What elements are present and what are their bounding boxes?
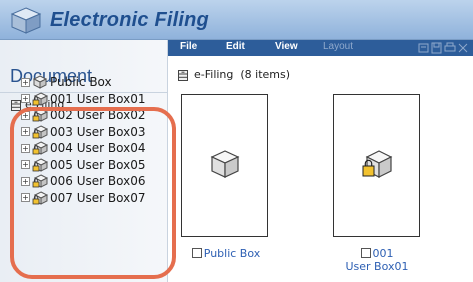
locked-box-icon bbox=[32, 174, 48, 189]
locked-box-icon bbox=[32, 125, 48, 139]
tile-label-line1: 001 bbox=[372, 247, 394, 260]
tile-label-line2: User Box01 bbox=[345, 260, 409, 273]
tree-item-label: 001 User Box01 bbox=[50, 91, 146, 106]
title-bar: Electronic Filing bbox=[0, 0, 473, 40]
tree-item-box05[interactable]: + 005 User Box05 bbox=[21, 157, 171, 174]
menu-bar: File Edit View Layout bbox=[168, 40, 473, 56]
select-checkbox[interactable] bbox=[360, 248, 371, 258]
expand-toggle[interactable]: + bbox=[21, 127, 30, 137]
menu-file[interactable]: File bbox=[180, 41, 197, 52]
tree-item-box03[interactable]: + 003 User Box03 bbox=[21, 124, 171, 141]
box-icon bbox=[32, 75, 48, 90]
cube-logo-icon bbox=[10, 7, 42, 34]
locked-box-icon bbox=[32, 141, 48, 156]
menu-view[interactable]: View bbox=[275, 41, 298, 52]
tile-caption-user-box01[interactable]: 001 User Box01 bbox=[336, 247, 418, 273]
expand-toggle[interactable]: + bbox=[21, 94, 30, 104]
box-icon bbox=[210, 150, 240, 178]
tree-item-label: 002 User Box02 bbox=[50, 108, 146, 123]
tree-item-label: 005 User Box05 bbox=[50, 157, 146, 172]
tile-public-box[interactable] bbox=[181, 94, 268, 237]
tree-item-box01[interactable]: + 001 User Box01 bbox=[21, 91, 171, 108]
toolbar-icons bbox=[418, 42, 468, 54]
toolbar-icon-1 bbox=[418, 43, 429, 53]
tree-item-label: 003 User Box03 bbox=[50, 124, 146, 139]
menu-layout[interactable]: Layout bbox=[323, 41, 353, 52]
tree-item-public-box[interactable]: + Public Box bbox=[21, 74, 171, 91]
locked-box-icon bbox=[32, 191, 48, 205]
toolbar-icon-2 bbox=[431, 42, 442, 54]
box-tree: + Public Box + 001 User Box01 + 002 User… bbox=[21, 74, 171, 206]
app-title: Electronic Filing bbox=[50, 9, 209, 31]
expand-toggle[interactable]: + bbox=[21, 110, 30, 120]
locked-box-icon bbox=[32, 158, 48, 172]
cabinet-icon bbox=[178, 69, 188, 81]
locked-box-icon bbox=[32, 108, 48, 123]
toolbar-icon-4 bbox=[458, 43, 468, 53]
tile-caption-public-box[interactable]: Public Box bbox=[186, 247, 266, 260]
locked-box-icon bbox=[32, 92, 48, 106]
expand-toggle[interactable]: + bbox=[21, 77, 30, 87]
pane-header-label: e-Filing (8 items) bbox=[194, 68, 291, 81]
toolbar-icon-3 bbox=[444, 42, 456, 52]
expand-toggle[interactable]: + bbox=[21, 176, 30, 186]
tile-label: Public Box bbox=[203, 247, 261, 260]
select-checkbox[interactable] bbox=[191, 248, 202, 258]
tree-item-box07[interactable]: + 007 User Box07 bbox=[21, 190, 171, 207]
locked-box-icon bbox=[362, 150, 393, 178]
expand-toggle[interactable]: + bbox=[21, 193, 30, 203]
tree-item-label: 007 User Box07 bbox=[50, 190, 146, 205]
tile-user-box01[interactable] bbox=[333, 94, 420, 237]
tree-item-box02[interactable]: + 002 User Box02 bbox=[21, 107, 171, 124]
tree-item-label: 006 User Box06 bbox=[50, 174, 146, 189]
main-pane: e-Filing (8 items) Public Box 001 User B… bbox=[168, 56, 473, 282]
expand-toggle[interactable]: + bbox=[21, 160, 30, 170]
pane-header: e-Filing (8 items) bbox=[177, 68, 290, 81]
tree-item-box06[interactable]: + 006 User Box06 bbox=[21, 173, 171, 190]
tree-item-label: Public Box bbox=[50, 75, 112, 90]
expand-toggle[interactable]: + bbox=[21, 143, 30, 153]
tree-item-label: 004 User Box04 bbox=[50, 141, 146, 156]
menu-edit[interactable]: Edit bbox=[226, 41, 245, 52]
tree-item-box04[interactable]: + 004 User Box04 bbox=[21, 140, 171, 157]
